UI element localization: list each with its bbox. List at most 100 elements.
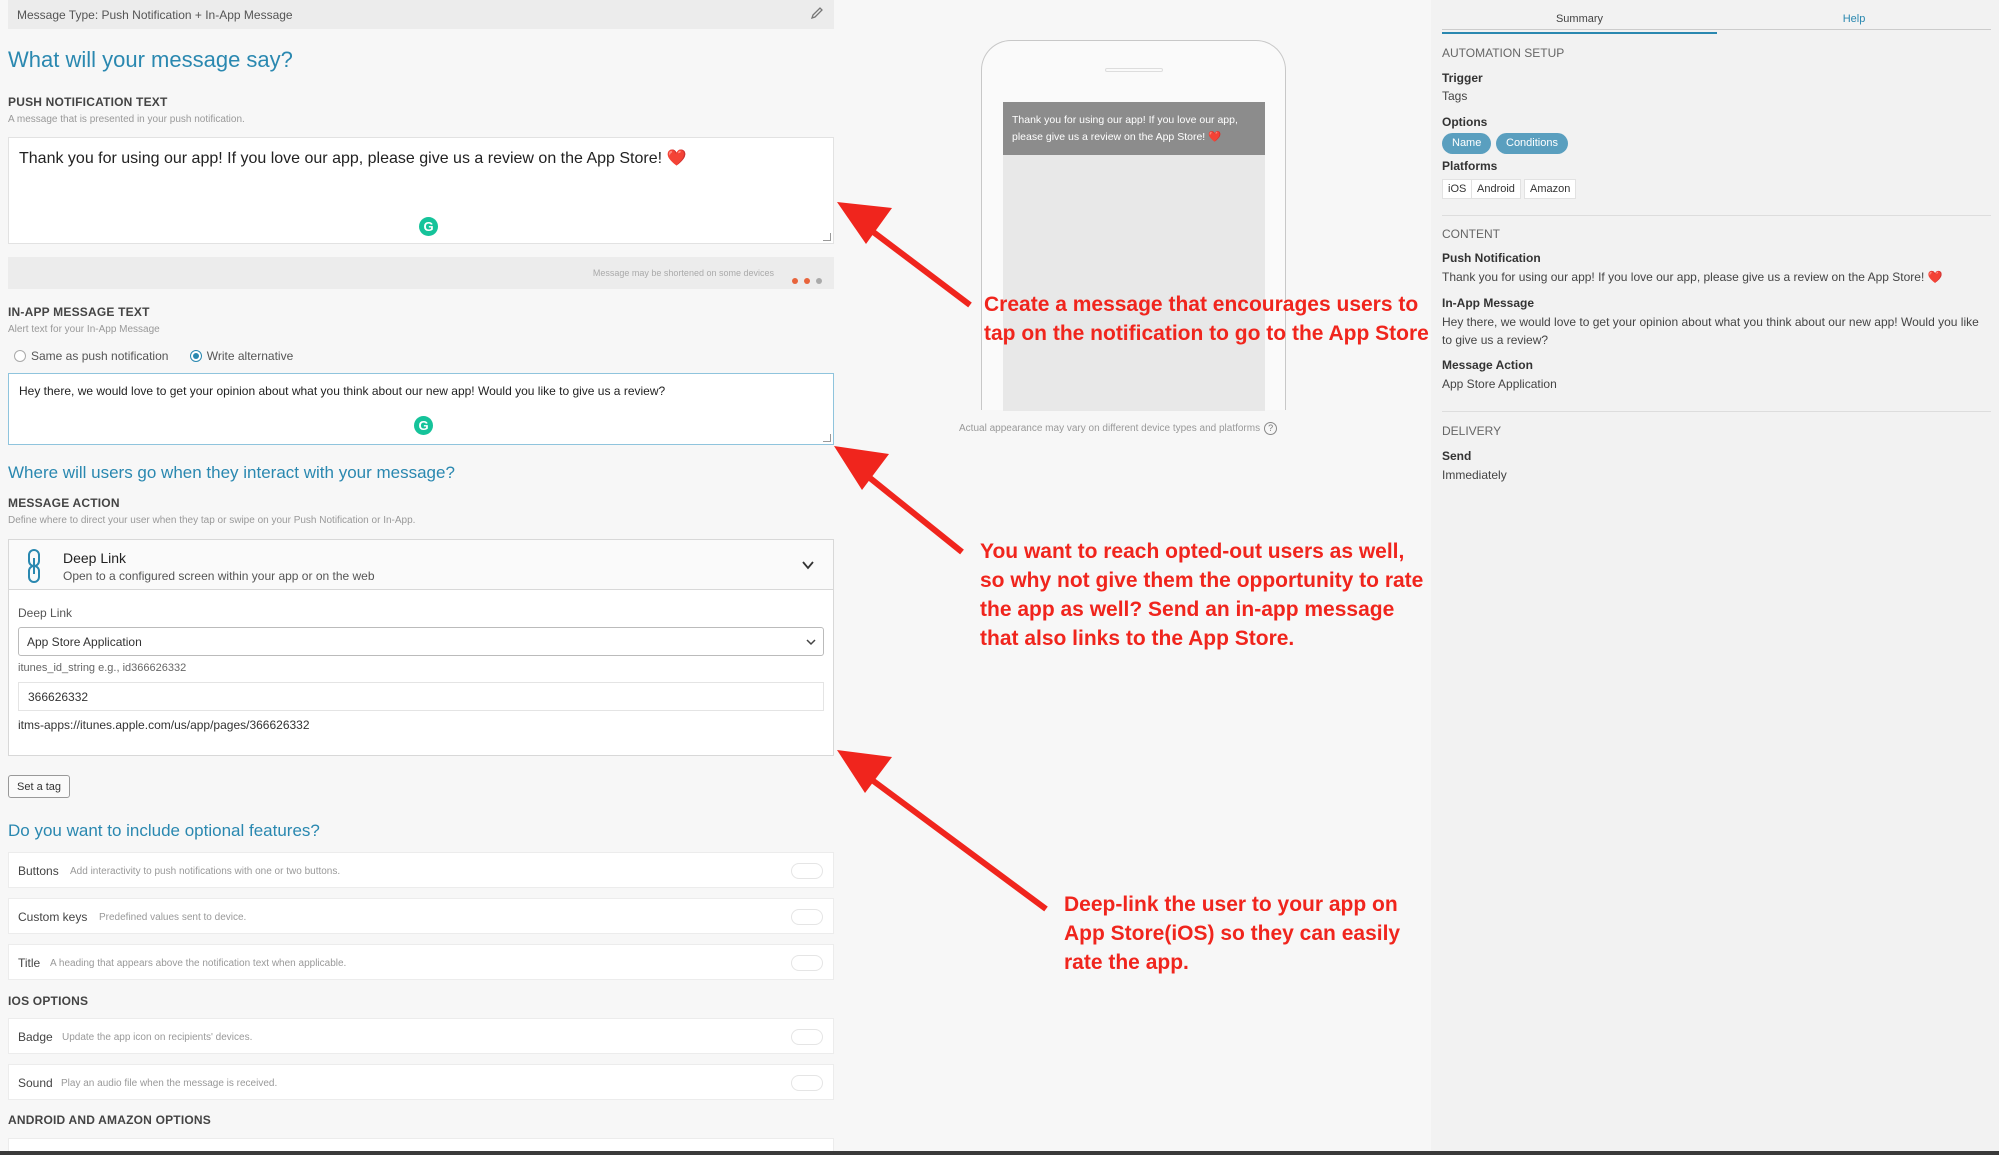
inapp-text-hint: Alert text for your In-App Message: [8, 324, 160, 335]
where-title: Where will users go when they interact w…: [8, 463, 455, 482]
option-pill-name: Name: [1442, 133, 1492, 154]
inapp-text-value: Hey there, we would love to get your opi…: [19, 384, 666, 398]
feature-desc: Play an audio file when the message is r…: [61, 1078, 278, 1089]
inapp-summary-value: Hey there, we would love to get your opi…: [1442, 315, 1979, 347]
feature-row-badge: Badge Update the app icon on recipients'…: [8, 1018, 834, 1054]
feature-name: Custom keys: [18, 910, 88, 924]
feature-desc: A heading that appears above the notific…: [50, 958, 347, 969]
radio-circle-icon: [14, 350, 26, 362]
inapp-text-field[interactable]: Hey there, we would love to get your opi…: [8, 373, 834, 445]
push-text-label: PUSH NOTIFICATION TEXT: [8, 95, 168, 109]
platform-badge-ios: iOS: [1442, 179, 1473, 199]
page-title: What will your message say?: [8, 47, 293, 72]
radio-selected-icon: [189, 350, 202, 362]
option-pill-conditions: Conditions: [1496, 133, 1568, 154]
badge-toggle[interactable]: [791, 1029, 823, 1045]
tab-summary[interactable]: Summary: [1442, 13, 1717, 34]
phone-speaker: [1105, 68, 1163, 72]
message-action-hint: Define where to direct your user when th…: [8, 515, 416, 526]
annotation-callout-2: You want to reach opted-out users as wel…: [980, 540, 1424, 650]
summary-tabs: Summary Help: [1442, 8, 1991, 34]
buttons-toggle[interactable]: [791, 863, 823, 879]
divider: [1442, 215, 1991, 216]
window-bottom-edge: [0, 1151, 1999, 1155]
options-label: Options: [1442, 115, 1488, 129]
action-summary-label: Message Action: [1442, 358, 1533, 372]
length-dot: [792, 278, 798, 284]
annotation-callout-1: Create a message that encourages users t…: [984, 293, 1429, 345]
length-dot: [816, 278, 822, 284]
arrow-icon: [834, 446, 964, 555]
send-value: Immediately: [1442, 468, 1507, 482]
radio-same-as-push[interactable]: Same as push notification: [14, 349, 168, 363]
feature-row-custom-keys: Custom keys Predefined values sent to de…: [8, 898, 834, 934]
platform-badge-amazon: Amazon: [1524, 179, 1577, 199]
chevron-down-icon: [806, 639, 816, 646]
resize-handle-icon[interactable]: [823, 434, 831, 442]
push-summary-value: Thank you for using our app! If you love…: [1442, 270, 1943, 284]
inapp-text-label: IN-APP MESSAGE TEXT: [8, 305, 150, 319]
title-toggle[interactable]: [791, 955, 823, 971]
action-type-selector[interactable]: Deep Link Open to a configured screen wi…: [9, 540, 833, 590]
feature-desc: Predefined values sent to device.: [99, 912, 247, 923]
feature-row-sound: Sound Play an audio file when the messag…: [8, 1064, 834, 1100]
push-text-hint: A message that is presented in your push…: [8, 114, 245, 125]
automation-setup-heading: AUTOMATION SETUP: [1442, 46, 1565, 60]
summary-panel: Summary Help AUTOMATION SETUP Trigger Ta…: [1431, 0, 1999, 1155]
preview-notification: Thank you for using our app! If you love…: [1003, 102, 1265, 155]
feature-row-title: Title A heading that appears above the n…: [8, 944, 834, 980]
trigger-label: Trigger: [1442, 71, 1483, 85]
optional-features-title: Do you want to include optional features…: [8, 821, 320, 840]
message-type-bar: Message Type: Push Notification + In-App…: [8, 0, 834, 29]
help-icon[interactable]: ?: [1264, 422, 1278, 435]
deep-link-url: itms-apps://itunes.apple.com/us/app/page…: [18, 718, 310, 732]
push-summary-label: Push Notification: [1442, 251, 1541, 265]
feature-name: Buttons: [18, 864, 59, 878]
chevron-down-icon[interactable]: [801, 558, 815, 572]
feature-name: Sound: [18, 1076, 53, 1090]
chain-link-icon: [28, 549, 40, 583]
annotation-callout-3: Deep-link the user to your app on App St…: [1064, 893, 1401, 974]
tab-help[interactable]: Help: [1717, 13, 1991, 25]
deep-link-label: Deep Link: [18, 606, 73, 620]
phone-screen: Thank you for using our app! If you love…: [1003, 102, 1265, 411]
send-label: Send: [1442, 449, 1472, 463]
content-heading: CONTENT: [1442, 227, 1500, 241]
pencil-icon[interactable]: [809, 5, 825, 21]
message-action-panel: Deep Link Open to a configured screen wi…: [8, 539, 834, 756]
deep-link-selected: App Store Application: [27, 635, 142, 649]
grammarly-icon[interactable]: G: [414, 416, 433, 435]
sound-toggle[interactable]: [791, 1075, 823, 1091]
feature-row-buttons: Buttons Add interactivity to push notifi…: [8, 852, 834, 888]
inapp-summary-label: In-App Message: [1442, 296, 1535, 310]
preview-note: Actual appearance may vary on different …: [959, 422, 1278, 435]
push-text-field[interactable]: Thank you for using our app! If you love…: [8, 137, 834, 244]
length-indicator: [786, 271, 822, 289]
radio-alt-label: Write alternative: [206, 349, 294, 363]
itunes-id-hint: itunes_id_string e.g., id366626332: [18, 662, 187, 674]
trigger-value: Tags: [1442, 89, 1468, 103]
delivery-heading: DELIVERY: [1442, 424, 1502, 438]
custom-keys-toggle[interactable]: [791, 909, 823, 925]
radio-write-alternative[interactable]: Write alternative: [189, 349, 294, 363]
set-tag-button[interactable]: Set a tag: [8, 775, 71, 798]
feature-desc: Add interactivity to push notifications …: [70, 866, 341, 877]
radio-same-label: Same as push notification: [31, 349, 169, 363]
deep-link-select[interactable]: App Store Application: [18, 627, 824, 656]
push-text-value: Thank you for using our app! If you love…: [19, 150, 687, 167]
platform-badge-android: Android: [1471, 179, 1521, 199]
preview-note-text: Actual appearance may vary on different …: [959, 423, 1261, 434]
message-type-label: Message Type: Push Notification + In-App…: [17, 8, 293, 22]
grammarly-icon[interactable]: G: [419, 217, 438, 236]
divider: [1442, 411, 1991, 412]
arrow-icon: [837, 202, 972, 308]
action-type-title: Deep Link: [63, 550, 127, 566]
platforms-label: Platforms: [1442, 159, 1498, 173]
length-dot: [804, 278, 810, 284]
itunes-id-input[interactable]: 366626332: [18, 682, 824, 711]
ios-options-label: IOS OPTIONS: [8, 994, 89, 1008]
character-count-bar: Message may be shortened on some devices: [8, 257, 834, 289]
resize-handle-icon[interactable]: [823, 233, 831, 241]
action-summary-value: App Store Application: [1442, 377, 1557, 391]
device-preview: Thank you for using our app! If you love…: [981, 40, 1286, 411]
